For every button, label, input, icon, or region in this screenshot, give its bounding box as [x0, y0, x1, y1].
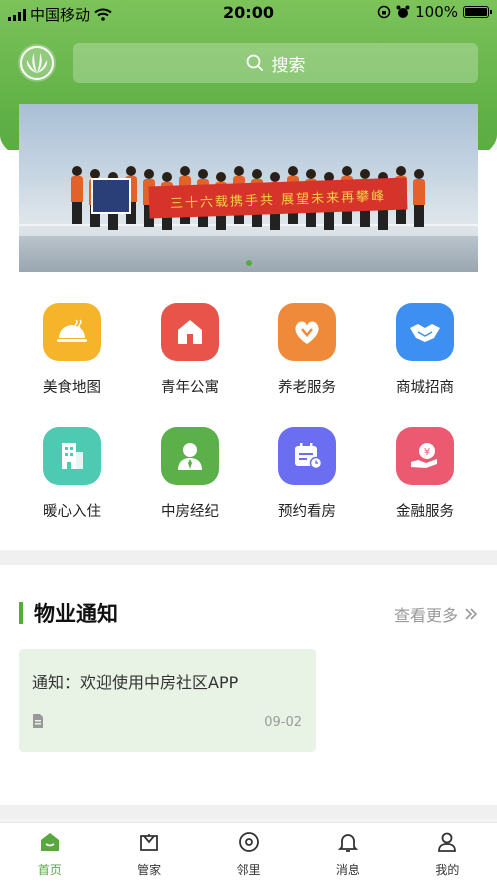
home-icon	[39, 831, 61, 857]
tab-label: 消息	[335, 863, 360, 877]
group-photo-person	[413, 169, 425, 227]
leaf-logo-icon	[20, 46, 54, 80]
tab-bell[interactable]: 消息	[298, 823, 397, 883]
service-label: 青年公寓	[161, 380, 219, 396]
service-label: 预约看房	[278, 504, 336, 520]
service-label: 美食地图	[43, 380, 101, 396]
butler-icon	[138, 831, 160, 857]
profile-icon	[436, 831, 458, 857]
heart-hands-icon	[278, 303, 336, 361]
battery-icon	[463, 6, 492, 18]
section-title: 物业通知	[34, 602, 118, 626]
house-icon	[161, 303, 219, 361]
service-label: 金融服务	[396, 504, 454, 520]
notice-card[interactable]: 通知：欢迎使用中房社区APP 09-02	[19, 649, 316, 752]
team-flag	[91, 178, 131, 214]
service-item[interactable]: 美食地图	[12, 303, 132, 397]
tab-label: 邻里	[236, 863, 261, 877]
view-more-link[interactable]: 查看更多	[394, 602, 478, 626]
service-label: 暖心入住	[43, 504, 101, 520]
tab-label: 首页	[37, 863, 62, 877]
search-bar[interactable]: 搜索	[73, 43, 478, 83]
document-icon	[33, 714, 43, 728]
group-photo-person	[71, 166, 83, 224]
bottom-tab-bar: 首页 管家 邻里 消息 我的	[0, 822, 497, 883]
carousel-indicator	[19, 260, 478, 266]
service-item[interactable]: 中房经纪	[130, 427, 250, 521]
double-chevron-right-icon	[465, 608, 478, 620]
carousel-dot	[245, 260, 252, 266]
banner-carousel[interactable]: 三十六载携手共 展望未来再攀峰	[19, 104, 478, 272]
service-label: 商城招商	[396, 380, 454, 396]
service-item[interactable]: 青年公寓	[130, 303, 250, 397]
service-item[interactable]: ¥ 金融服务	[365, 427, 485, 521]
service-item[interactable]: 商城招商	[365, 303, 485, 397]
section-accent-bar	[19, 602, 23, 624]
tab-label: 我的	[435, 863, 460, 877]
svg-text:¥: ¥	[424, 447, 430, 458]
view-more-label: 查看更多	[393, 606, 458, 625]
finance-icon: ¥	[396, 427, 454, 485]
service-item[interactable]: 养老服务	[247, 303, 367, 397]
search-placeholder: 搜索	[271, 55, 306, 76]
service-label: 中房经纪	[161, 504, 219, 520]
handshake-icon	[396, 303, 454, 361]
service-label: 养老服务	[278, 380, 336, 396]
battery-percent: 100%	[415, 3, 458, 21]
service-item[interactable]: 预约看房	[247, 427, 367, 521]
status-bar: 中国移动 20:00 100%	[0, 0, 497, 26]
notice-date: 09-02	[264, 715, 302, 730]
neighbor-icon	[238, 831, 260, 857]
service-item[interactable]: 暖心入住	[12, 427, 132, 521]
tab-home[interactable]: 首页	[0, 823, 99, 883]
food-cloche-icon	[43, 303, 101, 361]
tab-butler[interactable]: 管家	[99, 823, 198, 883]
tab-profile[interactable]: 我的	[398, 823, 497, 883]
notice-text: 通知：欢迎使用中房社区APP	[32, 673, 239, 692]
search-icon	[246, 54, 263, 72]
rotation-lock-icon	[377, 5, 391, 19]
tab-label: 管家	[137, 863, 162, 877]
tab-neighbor[interactable]: 邻里	[199, 823, 298, 883]
calendar-icon	[278, 427, 336, 485]
bell-icon	[337, 831, 359, 857]
notice-section: 物业通知 查看更多 通知：欢迎使用中房社区APP 09-02	[0, 565, 497, 805]
building-icon	[43, 427, 101, 485]
agent-icon	[161, 427, 219, 485]
app-logo	[18, 44, 56, 82]
alarm-icon	[396, 5, 410, 18]
